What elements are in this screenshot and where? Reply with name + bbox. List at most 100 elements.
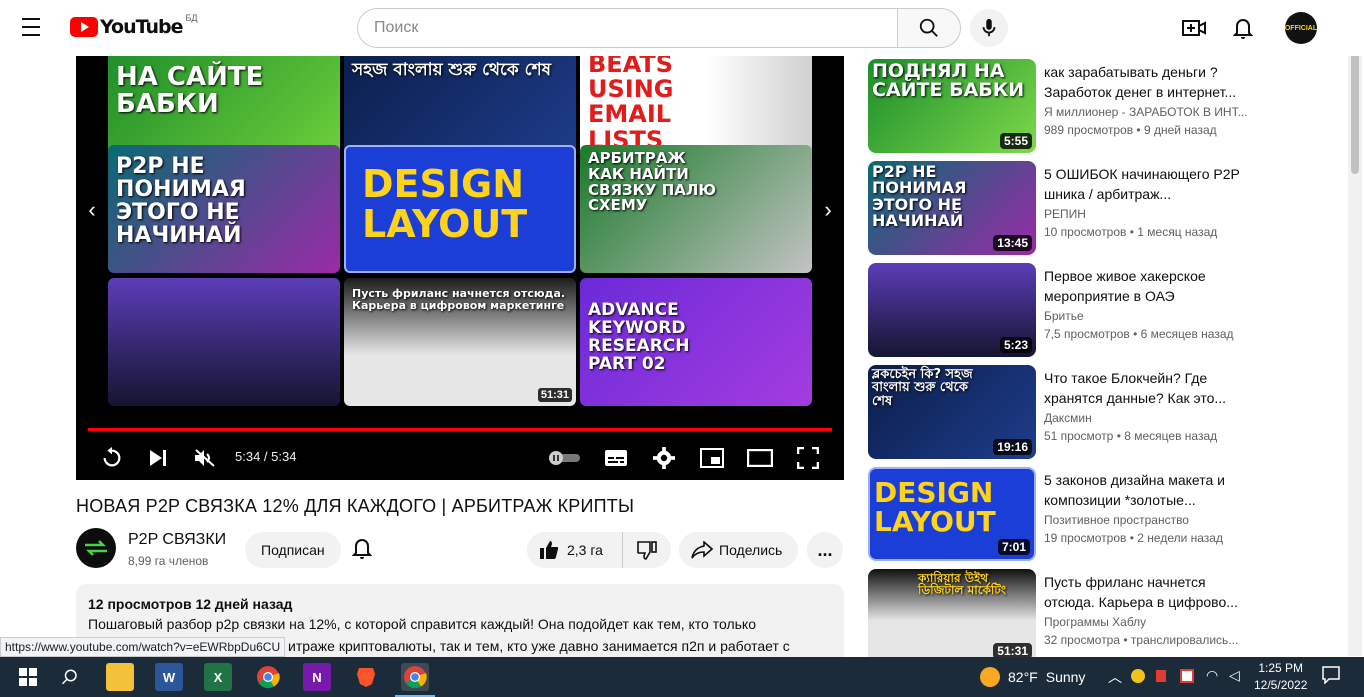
duration-badge: 51:31 — [537, 388, 572, 402]
notifications-center-icon[interactable] — [1322, 666, 1340, 687]
endscreen-tile[interactable]: ADVANCE KEYWORD RESEARCH PART 02 — [580, 278, 812, 406]
voice-search-button[interactable] — [970, 9, 1008, 47]
subscribed-button[interactable]: Подписан — [245, 532, 341, 568]
video-title[interactable]: как зарабатывать деньги ? Заработок дене… — [1044, 62, 1244, 102]
endscreen-grid: НА САЙТЕ БАБКИ সহজ বাংলায় শুরু থেকে শেষ… — [108, 56, 812, 408]
channel-name[interactable]: Программы Хаблу — [1044, 615, 1146, 629]
recommended-video[interactable]: P2P НЕ ПОНИМАЯ ЭТОГО НЕ НАЧИНАЙ 13:45 5 … — [868, 161, 1258, 255]
duration-badge: 7:01 — [997, 539, 1030, 555]
miniplayer-button[interactable] — [698, 444, 726, 472]
channel-name[interactable]: Я миллионер - ЗАРАБОТОК В ИНТ... — [1044, 105, 1248, 119]
video-meta: 7,5 просмотров • 6 месяцев назад — [1044, 327, 1234, 341]
user-avatar[interactable]: OFFICIAL — [1285, 12, 1317, 44]
endscreen-tile[interactable]: P2P НЕ ПОНИМАЯ ЭТОГО НЕ НАЧИНАЙ — [108, 145, 340, 273]
word-icon[interactable]: W — [155, 663, 183, 691]
recommended-video[interactable]: ব্লকচেইন কি? সহজ বাংলায় শুরু থেকে শেষ 1… — [868, 365, 1258, 459]
channel-name[interactable]: РЕПИН — [1044, 207, 1086, 221]
weather-text: Sunny — [1045, 669, 1086, 685]
endscreen-tile[interactable] — [108, 278, 340, 406]
replay-button[interactable] — [98, 444, 126, 472]
video-thumbnail[interactable]: ПОДНЯЛ НА САЙТЕ БАБКИ 5:55 — [868, 59, 1036, 153]
weather-widget[interactable]: 82°F Sunny — [980, 667, 1085, 687]
video-thumbnail[interactable]: DESIGN LAYOUT 7:01 — [868, 467, 1036, 561]
more-actions-button[interactable]: ... — [807, 532, 843, 568]
video-title[interactable]: Что такое Блокчейн? Где хранятся данные?… — [1044, 368, 1244, 408]
recommended-video[interactable]: 5:23 Первое живое хакерское мероприятие … — [868, 263, 1258, 357]
dislike-button[interactable] — [623, 532, 671, 568]
video-thumbnail[interactable]: P2P НЕ ПОНИМАЯ ЭТОГО НЕ НАЧИНАЙ 13:45 — [868, 161, 1036, 255]
search-icon — [61, 669, 77, 685]
recommended-video[interactable]: DESIGN LAYOUT 7:01 5 законов дизайна мак… — [868, 467, 1258, 561]
endscreen-next-icon[interactable]: › — [818, 197, 838, 222]
endscreen-prev-icon[interactable]: ‹ — [82, 197, 102, 222]
tray-app-icon[interactable] — [1180, 669, 1194, 683]
replay-icon — [103, 447, 121, 467]
endscreen-tile[interactable]: Пусть фриланс начнется отсюда. Карьера в… — [344, 278, 576, 406]
video-thumbnail[interactable]: 5:23 — [868, 263, 1036, 357]
chrome-logo-icon — [257, 666, 280, 689]
description-meta: 12 просмотров 12 дней назад — [88, 596, 293, 612]
tray-app-icon[interactable] — [1131, 669, 1145, 683]
video-title[interactable]: 5 ОШИБОК начинающего P2P шника / арбитра… — [1044, 164, 1244, 204]
mute-button[interactable] — [191, 444, 219, 472]
file-explorer-icon[interactable] — [106, 663, 134, 691]
search-input[interactable] — [357, 8, 897, 48]
recommended-video[interactable]: ПОДНЯЛ НА САЙТЕ БАБКИ 5:55 как зарабатыв… — [868, 59, 1258, 153]
video-meta: 19 просмотров • 2 недели назад — [1044, 531, 1223, 545]
subtitles-icon — [605, 450, 627, 466]
channel-name[interactable]: Даксмин — [1044, 411, 1092, 425]
duration-badge: 5:55 — [999, 133, 1032, 149]
wifi-icon[interactable]: ◠ — [1206, 667, 1218, 684]
video-thumbnail[interactable]: ব্লকচেইন কি? সহজ বাংলায় শুরু থেকে শেষ 1… — [868, 365, 1036, 459]
duration-badge: 19:16 — [993, 439, 1032, 455]
video-thumbnail[interactable]: ক্যারিয়ার উইথ ডিজিটাল মার্কেটিং 51:31 — [868, 569, 1036, 663]
taskbar-clock[interactable]: 1:25 PM 12/5/2022 — [1254, 660, 1307, 694]
video-title[interactable]: 5 законов дизайна макета и композиции *з… — [1044, 470, 1244, 510]
channel-name[interactable]: Бритье — [1044, 309, 1084, 323]
settings-button[interactable] — [650, 444, 678, 472]
taskbar-search-button[interactable] — [56, 663, 84, 691]
create-video-button[interactable] — [1180, 14, 1208, 42]
endscreen-tile[interactable]: DESIGN LAYOUT — [344, 145, 576, 273]
channel-name[interactable]: P2P СВЯЗКИ — [128, 531, 226, 549]
page-scrollbar[interactable] — [1348, 34, 1362, 656]
share-label: Поделись — [719, 542, 783, 558]
tray-chevron-icon[interactable]: ︿ — [1108, 667, 1122, 687]
autoplay-toggle[interactable] — [548, 444, 582, 472]
chrome-active-icon[interactable] — [395, 663, 435, 697]
youtube-play-icon — [70, 17, 98, 37]
search-button[interactable] — [897, 8, 961, 48]
volume-icon[interactable]: ◁ — [1229, 667, 1240, 684]
create-video-icon — [1182, 20, 1206, 36]
brave-lion-icon — [357, 668, 375, 687]
start-button[interactable] — [14, 663, 42, 691]
fullscreen-button[interactable] — [794, 444, 822, 472]
theater-mode-button[interactable] — [746, 444, 774, 472]
excel-icon[interactable]: X — [204, 663, 232, 691]
endscreen-tile[interactable]: АРБИТРАЖ КАК НАЙТИ СВЯЗКУ ПАЛЮ СХЕМУ — [580, 145, 812, 273]
channel-avatar[interactable] — [76, 528, 116, 568]
brave-icon[interactable] — [352, 663, 380, 691]
hamburger-menu-icon[interactable] — [22, 18, 46, 38]
recommended-video[interactable]: ক্যারিয়ার উইথ ডিজিটাল মার্কেটিং 51:31 П… — [868, 569, 1258, 663]
channel-name[interactable]: Позитивное пространство — [1044, 513, 1189, 527]
progress-bar[interactable] — [88, 428, 832, 431]
share-button[interactable]: Поделись — [679, 532, 799, 568]
subtitles-button[interactable] — [602, 444, 630, 472]
clock-date: 12/5/2022 — [1254, 678, 1308, 692]
onenote-icon[interactable]: N — [303, 663, 331, 691]
video-title[interactable]: Первое живое хакерское мероприятие в ОАЭ — [1044, 266, 1244, 306]
tray-app-icon[interactable] — [1156, 670, 1166, 682]
search-icon — [919, 18, 938, 37]
next-button[interactable] — [144, 444, 172, 472]
duration-badge: 13:45 — [993, 235, 1032, 251]
video-player[interactable]: НА САЙТЕ БАБКИ সহজ বাংলায় শুরু থেকে শেষ… — [76, 56, 844, 480]
video-title[interactable]: Пусть фриланс начнется отсюда. Карьера в… — [1044, 572, 1244, 612]
channel-notifications-button[interactable] — [351, 537, 376, 561]
top-bar: YouTube БД OFFICIAL — [0, 0, 1364, 56]
notifications-button[interactable] — [1229, 14, 1257, 42]
like-button[interactable]: 2,3 га — [527, 532, 623, 568]
windows-taskbar: W X N 82°F Sunny ︿ ◠ ◁ 1:25 PM 12/5/2022 — [0, 657, 1364, 697]
chrome-icon[interactable] — [254, 663, 282, 691]
youtube-logo[interactable]: YouTube БД — [70, 13, 198, 38]
